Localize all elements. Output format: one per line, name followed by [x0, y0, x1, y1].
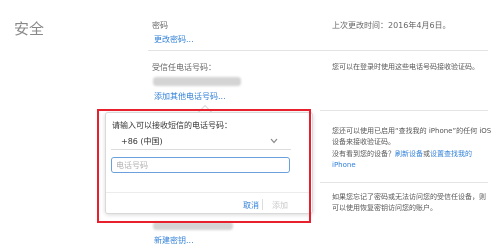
section-title: 安全 — [14, 20, 45, 38]
refresh-devices-link[interactable]: 刷新设备 — [395, 150, 423, 158]
masked-phone-number — [153, 77, 241, 86]
popover-footer-divider — [106, 192, 310, 193]
find-iphone-note: 您还可以使用已启用“查找我的 iPhone”的任何 iOS 设备来接收验证码。 — [332, 127, 492, 146]
device-help-line: 没有看到您的设备？刷新设备或设置查找我的 iPhone — [332, 149, 494, 171]
password-last-changed: 上次更改时间：2016年4月6日。 — [332, 21, 451, 30]
trusted-phone-label: 受信任电话号码： — [152, 63, 216, 72]
password-label: 密码 — [152, 21, 168, 30]
recovery-note: 如果您忘记了密码或无法访问您的受信任设备，则可以使用恢复密钥访问您的账户。 — [332, 193, 486, 212]
trusted-phone-note: 您可以在登录时使用这些电话号码接收验证码。 — [332, 63, 479, 71]
add-phone-link[interactable]: 添加其他电话号码... — [154, 91, 226, 102]
add-button[interactable]: 添加 — [272, 200, 288, 211]
cancel-button[interactable]: 取消 — [243, 200, 259, 211]
masked-recovery-info — [153, 222, 233, 230]
or-text: 或 — [423, 150, 430, 158]
phone-number-input[interactable] — [111, 157, 290, 173]
row-divider — [148, 50, 488, 51]
country-select-value: +86 (中国) — [121, 137, 163, 146]
row-divider — [320, 182, 488, 183]
change-password-link[interactable]: 更改密码... — [154, 34, 194, 45]
new-recovery-key-link[interactable]: 新建密钥... — [154, 235, 194, 246]
row-divider — [320, 110, 488, 111]
device-question: 没有看到您的设备？ — [332, 150, 395, 158]
popover-prompt: 请输入可以接收短信的电话号码： — [112, 121, 232, 130]
button-separator — [262, 199, 263, 210]
chevron-down-icon — [270, 138, 278, 144]
country-select[interactable]: +86 (中国) — [111, 134, 291, 150]
